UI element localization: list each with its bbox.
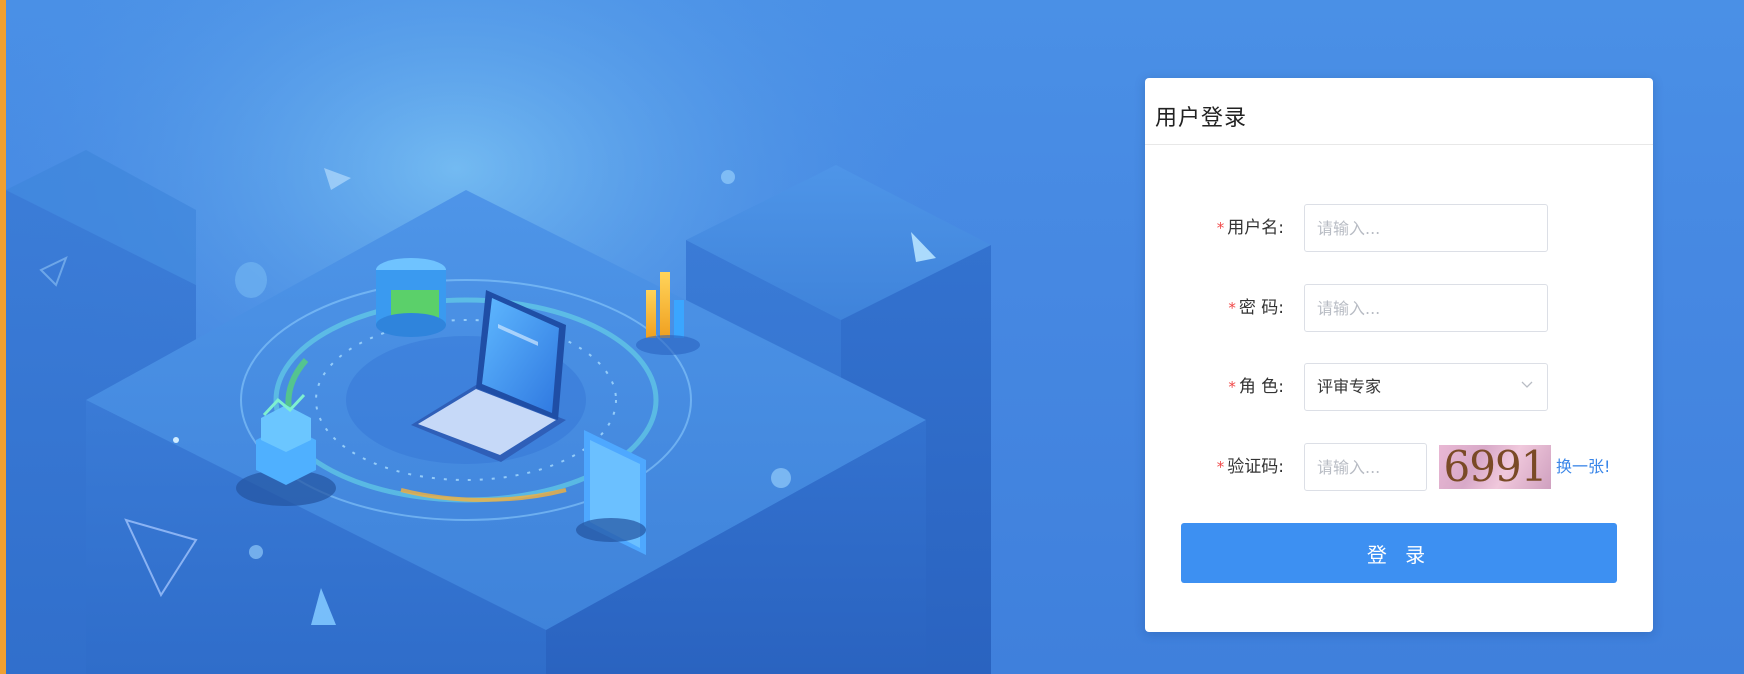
username-label: * 用户名: (1217, 204, 1284, 252)
username-input[interactable] (1304, 204, 1548, 252)
login-button[interactable]: 登 录 (1181, 523, 1617, 583)
password-label-text: 密 码: (1238, 298, 1284, 318)
required-mark: * (1228, 378, 1236, 396)
role-row: * 角 色: 评审专家 (1145, 363, 1653, 411)
chevron-down-icon (1521, 381, 1533, 388)
password-row: * 密 码: (1145, 284, 1653, 332)
required-mark: * (1216, 219, 1225, 237)
captcha-input[interactable] (1304, 443, 1427, 491)
captcha-image[interactable]: 6991 (1439, 445, 1551, 489)
hero-illustration (6, 0, 1006, 674)
role-label: * 角 色: (1228, 363, 1284, 411)
required-mark: * (1216, 458, 1225, 476)
captcha-code: 6991 (1443, 445, 1548, 489)
password-label: * 密 码: (1228, 284, 1284, 332)
captcha-refresh-link[interactable]: 换一张! (1556, 443, 1610, 491)
required-mark: * (1228, 299, 1236, 317)
captcha-row: *验证码: 6991 换一张! (1145, 443, 1653, 491)
username-row: * 用户名: (1145, 204, 1653, 252)
login-page: 用户登录 *用户名: *密 码: *角 色: 评审专家 *验证码: 6991 (0, 0, 1744, 674)
role-select[interactable]: 评审专家 (1304, 363, 1548, 411)
username-label-text: 用户名: (1227, 218, 1284, 238)
login-card-title: 用户登录 (1145, 78, 1653, 145)
captcha-label: * 验证码: (1217, 443, 1284, 491)
role-label-text: 角 色: (1238, 377, 1284, 397)
login-card: 用户登录 *用户名: *密 码: *角 色: 评审专家 *验证码: 6991 (1145, 78, 1653, 632)
captcha-label-text: 验证码: (1227, 457, 1284, 477)
password-input[interactable] (1304, 284, 1548, 332)
role-select-value: 评审专家 (1317, 377, 1382, 396)
